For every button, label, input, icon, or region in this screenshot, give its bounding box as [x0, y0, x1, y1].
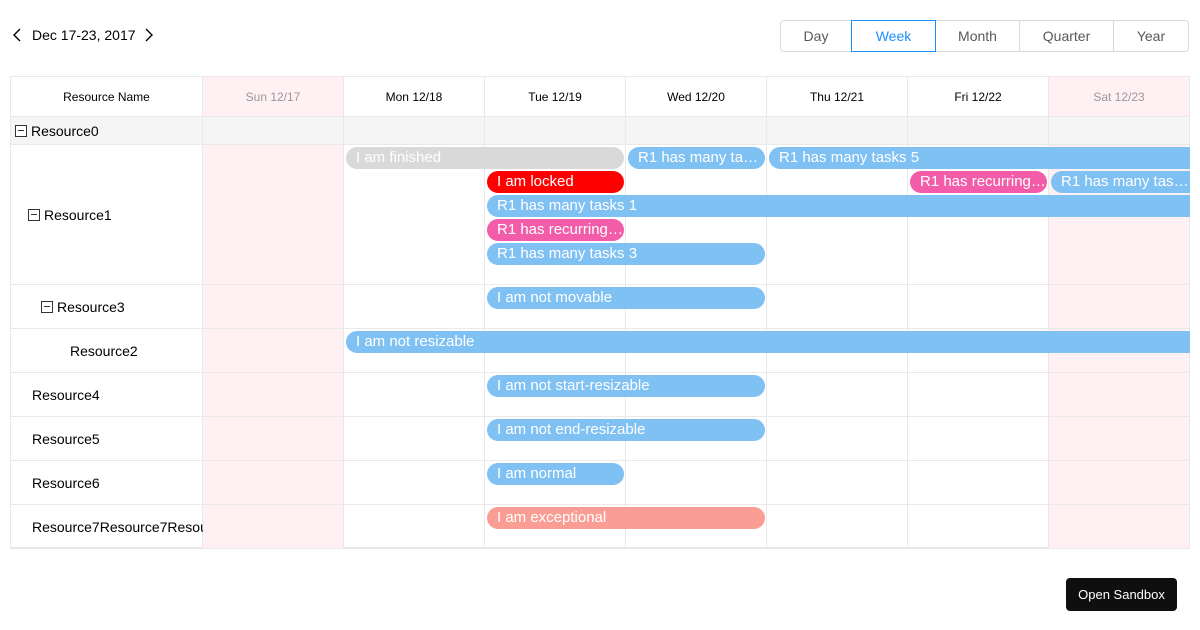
day-header: Fri 12/22: [908, 77, 1049, 117]
resource-row-label: Resource1: [28, 145, 203, 285]
scheduler-grid: Resource Name Sun 12/17 Mon 12/18 Tue 12/1…: [10, 76, 1190, 549]
day-header: Mon 12/18: [344, 77, 485, 117]
event-bar[interactable]: R1 has recurring tasks: [910, 171, 1047, 193]
day-header: Sat 12/23: [1049, 77, 1190, 117]
scheduler-toolbar: Dec 17-23, 2017 Day Week Month Quarter Y…: [0, 0, 1200, 70]
view-year-button[interactable]: Year: [1113, 20, 1189, 52]
event-bar[interactable]: R1 has recurring tasks: [487, 219, 624, 241]
day-header: Thu 12/21: [767, 77, 908, 117]
resource-name: Resource0: [31, 123, 99, 139]
event-bar[interactable]: I am not start-resizable: [487, 375, 765, 397]
resource-row-label: Resource4: [32, 373, 203, 417]
resource-name: Resource7Resource7Resource7Resource7Reso…: [32, 519, 203, 535]
event-bar[interactable]: R1 has many tasks 1: [487, 195, 1190, 217]
day-header: Sun 12/17: [203, 77, 344, 117]
view-month-button[interactable]: Month: [935, 20, 1020, 52]
resource-column-header: Resource Name: [11, 77, 203, 117]
resource-row-label: Resource5: [32, 417, 203, 461]
resource-name: Resource6: [32, 475, 100, 491]
group-row-cell: [908, 117, 1049, 145]
event-bar[interactable]: I am locked: [487, 171, 624, 193]
event-bar[interactable]: I am finished: [346, 147, 624, 169]
group-row-cell: [626, 117, 767, 145]
event-bar[interactable]: R1 has many tasks 2: [628, 147, 765, 169]
event-bar[interactable]: R1 has many tasks 5: [769, 147, 1190, 169]
day-header: Tue 12/19: [485, 77, 626, 117]
minus-square-icon[interactable]: [41, 301, 53, 313]
event-bar[interactable]: I am not resizable: [346, 331, 1190, 353]
event-bar[interactable]: I am normal: [487, 463, 624, 485]
event-bar[interactable]: I am exceptional: [487, 507, 765, 529]
group-row-cell: [767, 117, 908, 145]
resource-name: Resource2: [70, 343, 138, 359]
group-row-cell: [485, 117, 626, 145]
minus-square-icon[interactable]: [28, 209, 40, 221]
group-row-cell: [344, 117, 485, 145]
resource-row-label: Resource6: [32, 461, 203, 505]
resource-row-label: Resource0: [15, 117, 203, 145]
resource-row-label: Resource7Resource7Resource7Resource7Reso…: [32, 505, 203, 549]
resource-name: Resource3: [57, 299, 125, 315]
group-row-cell: [1049, 117, 1190, 145]
day-header: Wed 12/20: [626, 77, 767, 117]
view-quarter-button[interactable]: Quarter: [1019, 20, 1114, 52]
view-week-button[interactable]: Week: [851, 20, 936, 52]
resource-row-label: Resource3: [41, 285, 203, 329]
resource-name: Resource5: [32, 431, 100, 447]
resource-row-label: Resource2: [70, 329, 241, 373]
event-bar[interactable]: R1 has many tasks 3: [487, 243, 765, 265]
group-row-cell: [203, 117, 344, 145]
minus-square-icon[interactable]: [15, 125, 27, 137]
event-bar[interactable]: I am not end-resizable: [487, 419, 765, 441]
date-range-label: Dec 17-23, 2017: [32, 27, 136, 43]
event-bar[interactable]: I am not movable: [487, 287, 765, 309]
view-switcher: Day Week Month Quarter Year: [780, 20, 1189, 52]
resource-name: Resource1: [44, 207, 112, 223]
chevron-right-icon[interactable]: [141, 26, 157, 44]
open-sandbox-button[interactable]: Open Sandbox: [1066, 578, 1177, 611]
chevron-left-icon[interactable]: [10, 26, 26, 44]
resource-name: Resource4: [32, 387, 100, 403]
event-bar[interactable]: R1 has many tasks 4: [1051, 171, 1190, 193]
view-day-button[interactable]: Day: [780, 20, 852, 52]
